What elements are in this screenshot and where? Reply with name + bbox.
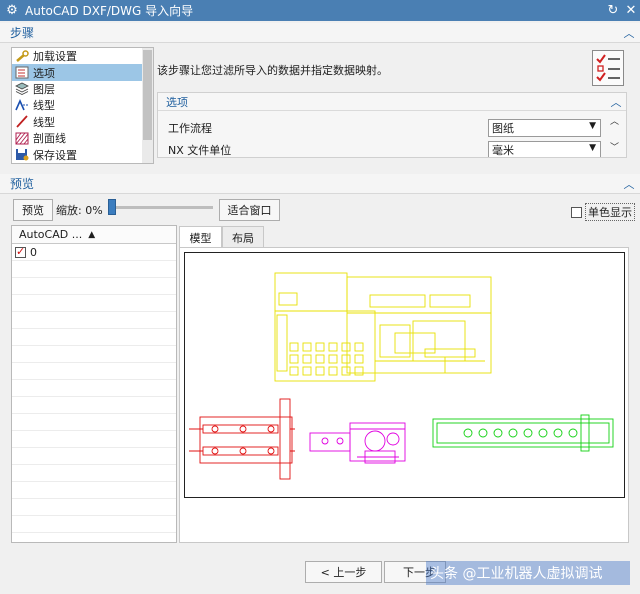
save-settings-icon [16,149,29,161]
zoom-slider-thumb[interactable] [108,199,116,215]
gear-icon[interactable]: ⚙ [3,3,21,18]
reset-icon[interactable]: ↻ [604,3,622,18]
options-section-title: 选项 [166,95,188,109]
fit-window-button[interactable]: 适合窗口 [219,199,280,221]
red-assembly [189,398,295,480]
step-label: 线型 [33,99,55,113]
preview-section-title: 预览 [10,177,35,191]
yellow-key-grid [289,342,364,376]
layers-icon [15,83,29,96]
zoom-slider-track[interactable] [110,206,213,209]
empty-row [12,448,176,465]
steps-scrollbar[interactable] [142,48,153,163]
dropdown-arrow-icon: ▼ [589,143,596,153]
options-scroll-buttons[interactable]: ︿ ﹀ [605,112,625,156]
step-item-load-settings[interactable]: 加载设置 [12,48,153,64]
preview-section-header[interactable]: 预览 ︿ [0,174,640,194]
zoom-value: 0% [85,204,103,217]
scrollbar-thumb[interactable] [143,50,152,140]
layer-list: AutoCAD ... ▲ 0 [11,225,177,543]
empty-row [12,499,176,516]
green-assembly [432,414,614,452]
empty-row [12,278,176,295]
scroll-down-icon[interactable]: ﹀ [610,140,619,153]
preview-canvas[interactable] [184,252,625,498]
empty-row [12,261,176,278]
wrench-icon [16,49,29,62]
step-item-options[interactable]: 选项 [12,64,153,81]
empty-row [12,414,176,431]
step-label: 剖面线 [33,132,66,146]
empty-row [12,397,176,414]
step-label: 图层 [33,82,55,96]
empty-row [12,482,176,499]
step-label: 选项 [33,66,55,80]
step-description: 该步骤让您过滤所导入的数据并指定数据映射。 [157,64,388,77]
step-label: 保存设置 [33,148,77,162]
title-bar: ⚙ AutoCAD DXF/DWG 导入向导 ↻ ✕ [0,0,640,21]
collapse-chevron-icon[interactable]: ︿ [618,25,640,41]
step-item-linetype[interactable]: 线型 [12,97,153,113]
linewidth-icon [16,115,28,128]
step-item-layers[interactable]: 图层 [12,81,153,97]
layer-row[interactable]: 0 [12,244,176,261]
layer-checkbox[interactable] [15,245,26,258]
magenta-assembly [309,422,406,464]
workflow-select[interactable]: 图纸 ▼ [488,119,601,137]
close-icon[interactable]: ✕ [622,3,640,18]
step-label: 线型 [33,115,55,129]
checklist-icon [592,50,624,86]
steps-list: 加载设置 选项 图层 线型 线型 剖面线 保存设置 [11,47,154,164]
layer-name: 0 [30,245,37,259]
monochrome-toggle[interactable]: 单色显示 [571,203,635,221]
option-row-workflow: 工作流程 图纸 ▼ [158,117,626,139]
preview-button[interactable]: 预览 [13,199,53,221]
empty-row [12,380,176,397]
units-select[interactable]: 毫米 ▼ [488,141,601,157]
yellow-assembly [274,272,492,382]
options-panel: 选项 ︿ 工作流程 图纸 ▼ NX 文件单位 毫米 ▼ [157,92,627,158]
scroll-up-icon[interactable]: ︿ [610,114,619,127]
step-item-save-settings[interactable]: 保存设置 [12,146,153,162]
linetype-icon [15,98,29,111]
option-row-units: NX 文件单位 毫米 ▼ [158,139,626,157]
select-value: 毫米 [492,144,514,157]
steps-section-title: 步骤 [10,26,35,40]
collapse-chevron-icon[interactable]: ︿ [618,176,640,192]
option-label: NX 文件单位 [168,144,232,157]
monochrome-label: 单色显示 [585,203,635,221]
option-label: 工作流程 [168,122,212,135]
zoom-label: 缩放: 0% [56,204,103,217]
empty-row [12,346,176,363]
step-item-hatch[interactable]: 剖面线 [12,130,153,146]
layer-column-header[interactable]: AutoCAD ... ▲ [12,226,176,244]
empty-row [12,295,176,312]
watermark-text: 头条 @工业机器人虚拟调试 [426,561,630,585]
steps-section-header[interactable]: 步骤 ︿ [0,23,640,43]
cad-drawing [189,272,614,480]
collapse-chevron-icon[interactable]: ︿ [606,94,626,110]
options-icon [15,66,29,79]
sort-up-icon[interactable]: ▲ [88,230,95,240]
window-title: AutoCAD DXF/DWG 导入向导 [25,4,194,18]
step-label: 加载设置 [33,50,77,64]
empty-row [12,516,176,533]
empty-row [12,363,176,380]
empty-row [12,465,176,482]
empty-row [12,431,176,448]
empty-row [12,312,176,329]
tab-model[interactable]: 模型 [179,226,222,248]
empty-row [12,329,176,346]
monochrome-checkbox[interactable] [571,206,582,218]
tab-layout[interactable]: 布局 [222,226,264,248]
dropdown-arrow-icon: ▼ [589,121,596,131]
back-button[interactable]: < 上一步 [305,561,382,583]
step-item-linewidth[interactable]: 线型 [12,114,153,130]
column-header-label: AutoCAD ... [19,228,83,241]
select-value: 图纸 [492,122,514,135]
hatch-icon [15,132,29,145]
options-section-header[interactable]: 选项 ︿ [158,93,626,111]
